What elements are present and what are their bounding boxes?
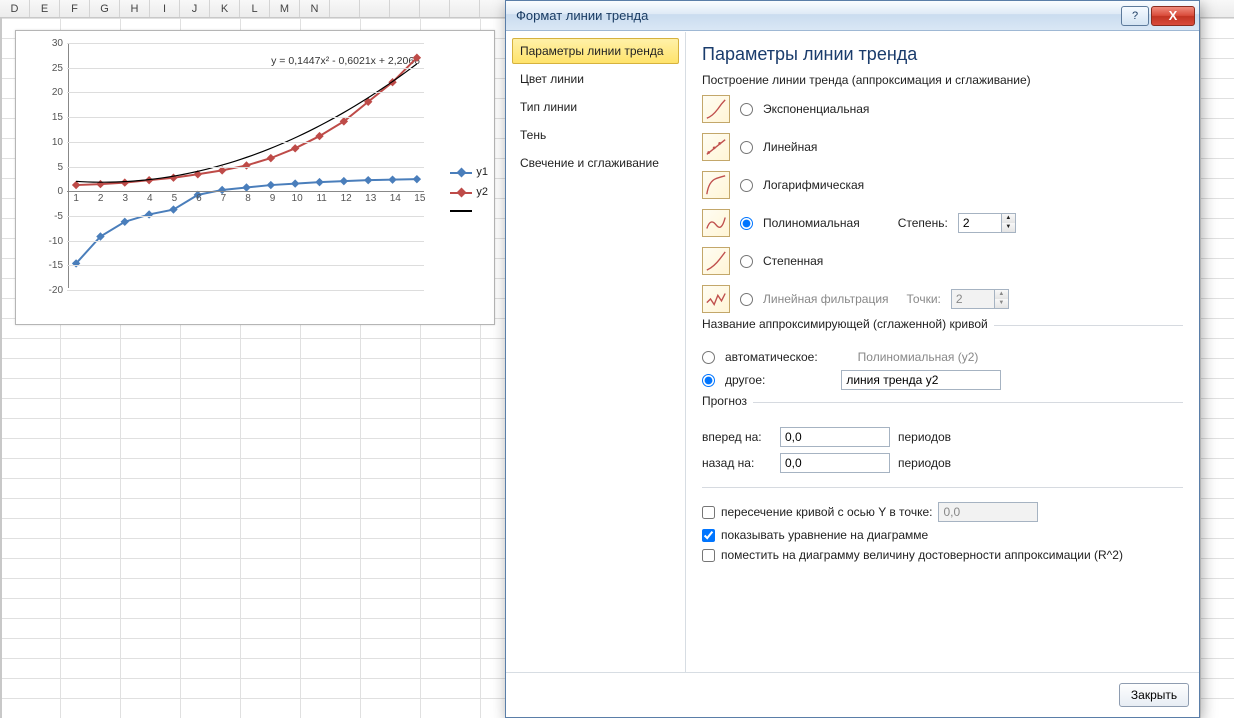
auto-name-value: Полиномиальная (y2): [858, 350, 979, 364]
trendline-name-input[interactable]: [841, 370, 1001, 390]
format-trendline-dialog: Формат линии тренда ? X Параметры линии …: [505, 0, 1200, 718]
build-label: Построение линии тренда (аппроксимация и…: [702, 73, 1183, 87]
nav-line-type[interactable]: Тип линии: [512, 94, 679, 120]
radio-logarithmic[interactable]: [740, 179, 753, 192]
plot-area[interactable]: -20-15-10-505101520253012345678910111213…: [68, 43, 424, 288]
nav-shadow[interactable]: Тень: [512, 122, 679, 148]
radio-exponential[interactable]: [740, 103, 753, 116]
dialog-pane: Параметры линии тренда Построение линии …: [686, 32, 1199, 672]
back-input[interactable]: [780, 453, 890, 473]
radio-power[interactable]: [740, 255, 753, 268]
radio-moving-average[interactable]: [740, 293, 753, 306]
radio-name-auto[interactable]: [702, 351, 715, 364]
forward-input[interactable]: [780, 427, 890, 447]
points-input: [952, 290, 994, 308]
nav-line-color[interactable]: Цвет линии: [512, 66, 679, 92]
trendline-name-group: Название аппроксимирующей (сглаженной) к…: [702, 317, 994, 331]
spin-up-icon[interactable]: ▲: [1002, 214, 1015, 223]
forward-label: вперед на:: [702, 430, 772, 444]
check-show-r2[interactable]: [702, 549, 715, 562]
nav-glow[interactable]: Свечение и сглаживание: [512, 150, 679, 176]
linear-icon: [702, 133, 730, 161]
close-button[interactable]: X: [1151, 6, 1195, 26]
points-spinner: ▲▼: [951, 289, 1009, 309]
pane-heading: Параметры линии тренда: [702, 44, 1183, 65]
embedded-chart[interactable]: y = 0,1447x² - 0,6021x + 2,2066 -20-15-1…: [15, 30, 495, 325]
back-label: назад на:: [702, 456, 772, 470]
legend-item-y2[interactable]: y2: [476, 186, 488, 198]
dialog-titlebar[interactable]: Формат линии тренда ? X: [506, 1, 1199, 31]
moving-avg-icon: [702, 285, 730, 313]
forecast-group: Прогноз: [702, 394, 753, 408]
degree-label: Степень:: [898, 216, 948, 230]
degree-spinner[interactable]: ▲▼: [958, 213, 1016, 233]
chart-legend[interactable]: y1 y2: [450, 166, 488, 223]
spin-down-icon[interactable]: ▼: [1002, 223, 1015, 232]
logarithmic-icon: [702, 171, 730, 199]
radio-name-other[interactable]: [702, 374, 715, 387]
check-intercept[interactable]: [702, 506, 715, 519]
dialog-title: Формат линии тренда: [516, 8, 648, 23]
nav-trend-options[interactable]: Параметры линии тренда: [512, 38, 679, 64]
radio-linear[interactable]: [740, 141, 753, 154]
dialog-nav: Параметры линии тренда Цвет линии Тип ли…: [506, 32, 686, 672]
power-icon: [702, 247, 730, 275]
exponential-icon: [702, 95, 730, 123]
polynomial-icon: [702, 209, 730, 237]
degree-input[interactable]: [959, 214, 1001, 232]
points-label: Точки:: [907, 292, 941, 306]
close-dialog-button[interactable]: Закрыть: [1119, 683, 1189, 707]
check-show-equation[interactable]: [702, 529, 715, 542]
legend-item-y1[interactable]: y1: [476, 166, 488, 178]
radio-polynomial[interactable]: [740, 217, 753, 230]
intercept-input: [938, 502, 1038, 522]
help-button[interactable]: ?: [1121, 6, 1149, 26]
